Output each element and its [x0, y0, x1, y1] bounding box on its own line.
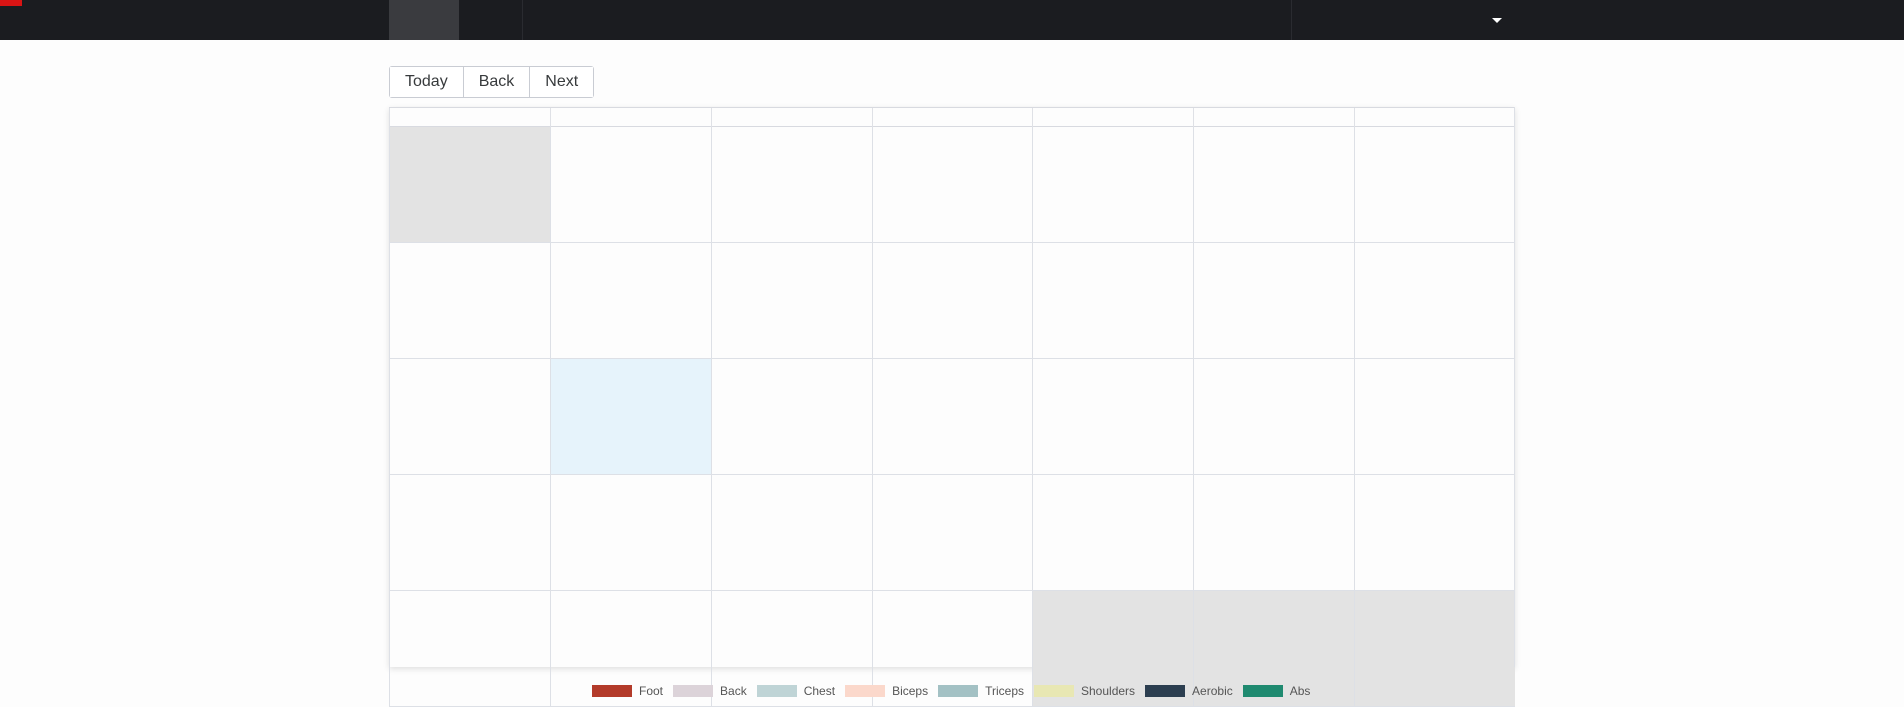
weekday-header-cell	[389, 108, 550, 128]
legend-label: Biceps	[892, 684, 929, 698]
day-cell[interactable]	[1032, 359, 1194, 475]
day-cell[interactable]	[1193, 243, 1355, 359]
legend-swatch	[1145, 685, 1186, 697]
back-button[interactable]: Back	[463, 67, 531, 97]
weekday-header-cell	[710, 108, 872, 128]
weekday-header-cell	[871, 108, 1033, 128]
day-cell[interactable]	[1193, 127, 1355, 243]
legend-item: Aerobic	[1145, 684, 1233, 698]
next-button[interactable]: Next	[530, 67, 594, 97]
legend-label: Abs	[1289, 684, 1311, 698]
day-cell[interactable]	[389, 591, 550, 707]
legend-item: Shoulders	[1034, 684, 1135, 698]
day-cell[interactable]	[549, 475, 711, 591]
day-cell[interactable]	[1032, 127, 1194, 243]
top-navbar	[0, 0, 1904, 40]
day-cell[interactable]	[1354, 243, 1515, 359]
day-cell[interactable]	[1032, 475, 1194, 591]
weekday-header-cell	[549, 108, 711, 128]
legend-item: Back	[673, 684, 747, 698]
legend-label: Foot	[639, 684, 664, 698]
legend-swatch	[592, 685, 632, 697]
day-cell[interactable]	[1354, 475, 1515, 591]
legend-item: Biceps	[845, 684, 928, 698]
legend-label: Back	[720, 684, 747, 698]
chevron-down-icon[interactable]	[1492, 18, 1502, 23]
day-cell[interactable]	[1354, 127, 1515, 243]
day-cell[interactable]	[1032, 243, 1194, 359]
day-cell-today[interactable]	[549, 359, 711, 475]
day-cell[interactable]	[389, 359, 550, 475]
day-cell[interactable]	[710, 127, 872, 243]
today-button[interactable]: Today	[390, 67, 464, 97]
calendar-border	[1514, 107, 1515, 667]
legend-swatch	[845, 685, 886, 697]
legend-item: Abs	[1242, 684, 1311, 698]
legend-item: Foot	[592, 684, 663, 698]
day-cell[interactable]	[389, 475, 550, 591]
legend-swatch	[1242, 685, 1283, 697]
legend-item: Triceps	[938, 684, 1024, 698]
day-cell[interactable]	[389, 243, 550, 359]
day-cell[interactable]	[710, 475, 872, 591]
legend-item: Chest	[756, 684, 836, 698]
brand-logo[interactable]	[0, 0, 22, 6]
legend: Foot Back Chest Biceps Triceps Shoulders Aerob…	[592, 684, 1320, 698]
day-cell[interactable]	[1193, 359, 1355, 475]
legend-swatch	[1034, 685, 1074, 697]
nav-divider	[1291, 0, 1292, 40]
legend-swatch	[756, 685, 797, 697]
legend-label: Triceps	[985, 684, 1024, 698]
month-calendar	[389, 107, 1515, 707]
legend-label: Chest	[803, 684, 836, 698]
legend-swatch	[673, 685, 714, 697]
day-cell[interactable]	[871, 359, 1033, 475]
legend-swatch	[938, 685, 979, 697]
day-cell[interactable]	[549, 243, 711, 359]
weekday-header-cell	[1354, 108, 1515, 128]
day-cell[interactable]	[710, 243, 872, 359]
day-cell[interactable]	[871, 243, 1033, 359]
calendar-toolbar: Today Back Next	[389, 66, 595, 98]
legend-label: Shoulders	[1081, 684, 1136, 698]
day-cell[interactable]	[710, 359, 872, 475]
nav-divider	[522, 0, 523, 40]
day-cell[interactable]	[389, 127, 550, 243]
weekday-header	[389, 107, 1515, 128]
day-cell[interactable]	[1354, 359, 1515, 475]
day-cell[interactable]	[871, 127, 1033, 243]
legend-label: Aerobic	[1192, 684, 1233, 698]
day-cell[interactable]	[549, 127, 711, 243]
day-cell[interactable]	[1193, 475, 1355, 591]
weekday-header-cell	[1193, 108, 1354, 128]
day-cell[interactable]	[871, 475, 1033, 591]
weekday-header-cell	[1032, 108, 1193, 128]
day-cell[interactable]	[1354, 591, 1515, 707]
nav-item-active[interactable]	[389, 0, 459, 40]
